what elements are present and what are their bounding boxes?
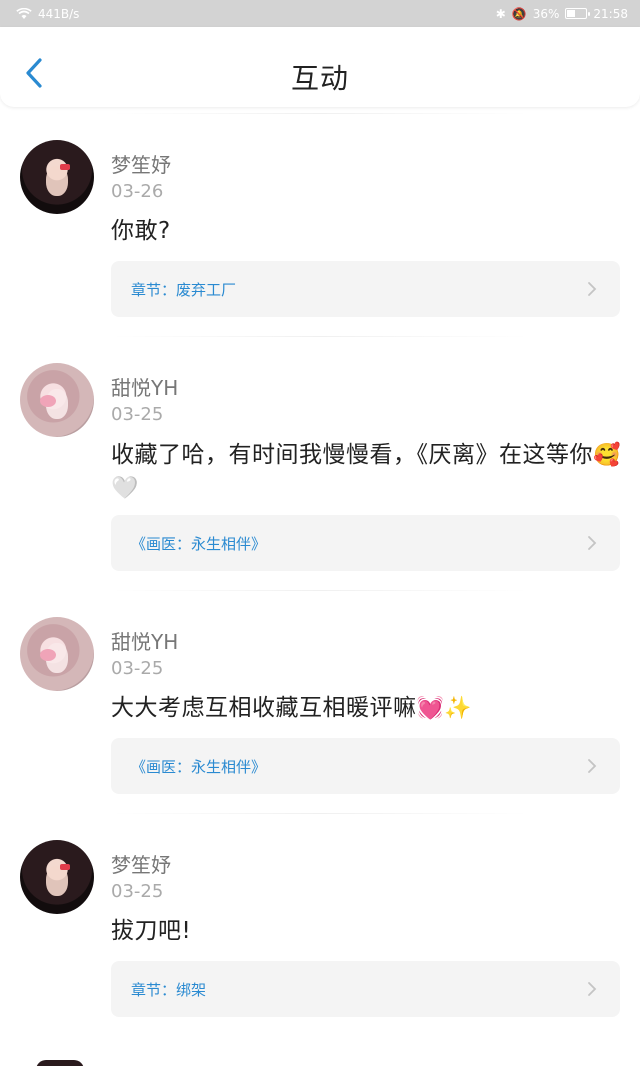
- avatar-accent: [40, 649, 56, 661]
- username[interactable]: 甜悦YH: [111, 376, 178, 400]
- avatar[interactable]: [36, 1060, 84, 1066]
- avatar-face: [46, 866, 68, 896]
- reference-card[interactable]: 《画医：永生相伴》: [111, 738, 620, 794]
- reference-card[interactable]: 章节：绑架: [111, 961, 620, 1017]
- avatar-face: [46, 166, 68, 196]
- divider: [110, 336, 530, 337]
- page-header: 互动: [0, 27, 640, 107]
- feed-item: 甜悦YH 03-25 大大考虑互相收藏互相暖评嘛💓✨ 《画医：永生相伴》: [0, 590, 640, 813]
- comment-text: 收藏了哈，有时间我慢慢看，《厌离》在这等你🥰🤍: [111, 442, 621, 501]
- avatar-accent: [40, 395, 56, 407]
- status-bar: 441B/s ✱ 🔕 36% 21:58: [0, 0, 640, 27]
- post-date: 03-25: [111, 404, 164, 425]
- avatar[interactable]: [20, 617, 94, 691]
- avatar-accent: [60, 864, 70, 870]
- chevron-right-icon: [588, 759, 597, 773]
- chevron-right-icon: [588, 982, 597, 996]
- interaction-feed: 梦笙妤 03-26 你敢? 章节：废弃工厂 甜悦YH 03-25 收藏了哈，有时…: [0, 113, 640, 1036]
- post-date: 03-25: [111, 658, 164, 679]
- chevron-right-icon: [588, 282, 597, 296]
- comment-text: 拔刀吧!: [111, 918, 192, 944]
- comment-text: 大大考虑互相收藏互相暖评嘛💓✨: [111, 695, 473, 721]
- mute-bell-icon: 🔕: [511, 6, 527, 21]
- reference-text: 章节：废弃工厂: [131, 280, 237, 299]
- avatar[interactable]: [20, 363, 94, 437]
- bluetooth-icon: ✱: [495, 6, 506, 21]
- chevron-right-icon: [588, 536, 597, 550]
- avatar[interactable]: [20, 840, 94, 914]
- page-title: 互动: [290, 62, 349, 95]
- reference-text: 《画医：永生相伴》: [131, 534, 267, 553]
- post-date: 03-25: [111, 881, 164, 902]
- reference-card[interactable]: 《画医：永生相伴》: [111, 515, 620, 571]
- divider: [110, 590, 530, 591]
- battery-percent: 36%: [532, 6, 560, 21]
- reference-text: 章节：绑架: [131, 980, 207, 999]
- comment-text: 你敢?: [111, 218, 171, 244]
- reference-text: 《画医：永生相伴》: [131, 757, 267, 776]
- username[interactable]: 甜悦YH: [111, 630, 178, 654]
- emoji: 💓✨: [416, 696, 473, 721]
- divider: [110, 813, 530, 814]
- reference-card[interactable]: 章节：废弃工厂: [111, 261, 620, 317]
- feed-item: 梦笙妤 03-25 拔刀吧! 章节：绑架: [0, 813, 640, 1036]
- network-speed: 441B/s: [38, 6, 80, 21]
- battery-icon: [565, 8, 591, 19]
- username[interactable]: 梦笙妤: [111, 153, 171, 177]
- avatar-accent: [60, 164, 70, 170]
- feed-item: 甜悦YH 03-25 收藏了哈，有时间我慢慢看，《厌离》在这等你🥰🤍 《画医：永…: [0, 336, 640, 590]
- status-right: ✱ 🔕 36% 21:58: [496, 7, 628, 21]
- avatar[interactable]: [20, 140, 94, 214]
- wifi-icon: [16, 7, 32, 20]
- feed-item: 梦笙妤 03-26 你敢? 章节：废弃工厂: [0, 113, 640, 336]
- clock: 21:58: [593, 6, 628, 21]
- post-date: 03-26: [111, 181, 164, 202]
- divider: [110, 113, 530, 114]
- status-left: 441B/s: [16, 7, 79, 21]
- username[interactable]: 梦笙妤: [111, 853, 171, 877]
